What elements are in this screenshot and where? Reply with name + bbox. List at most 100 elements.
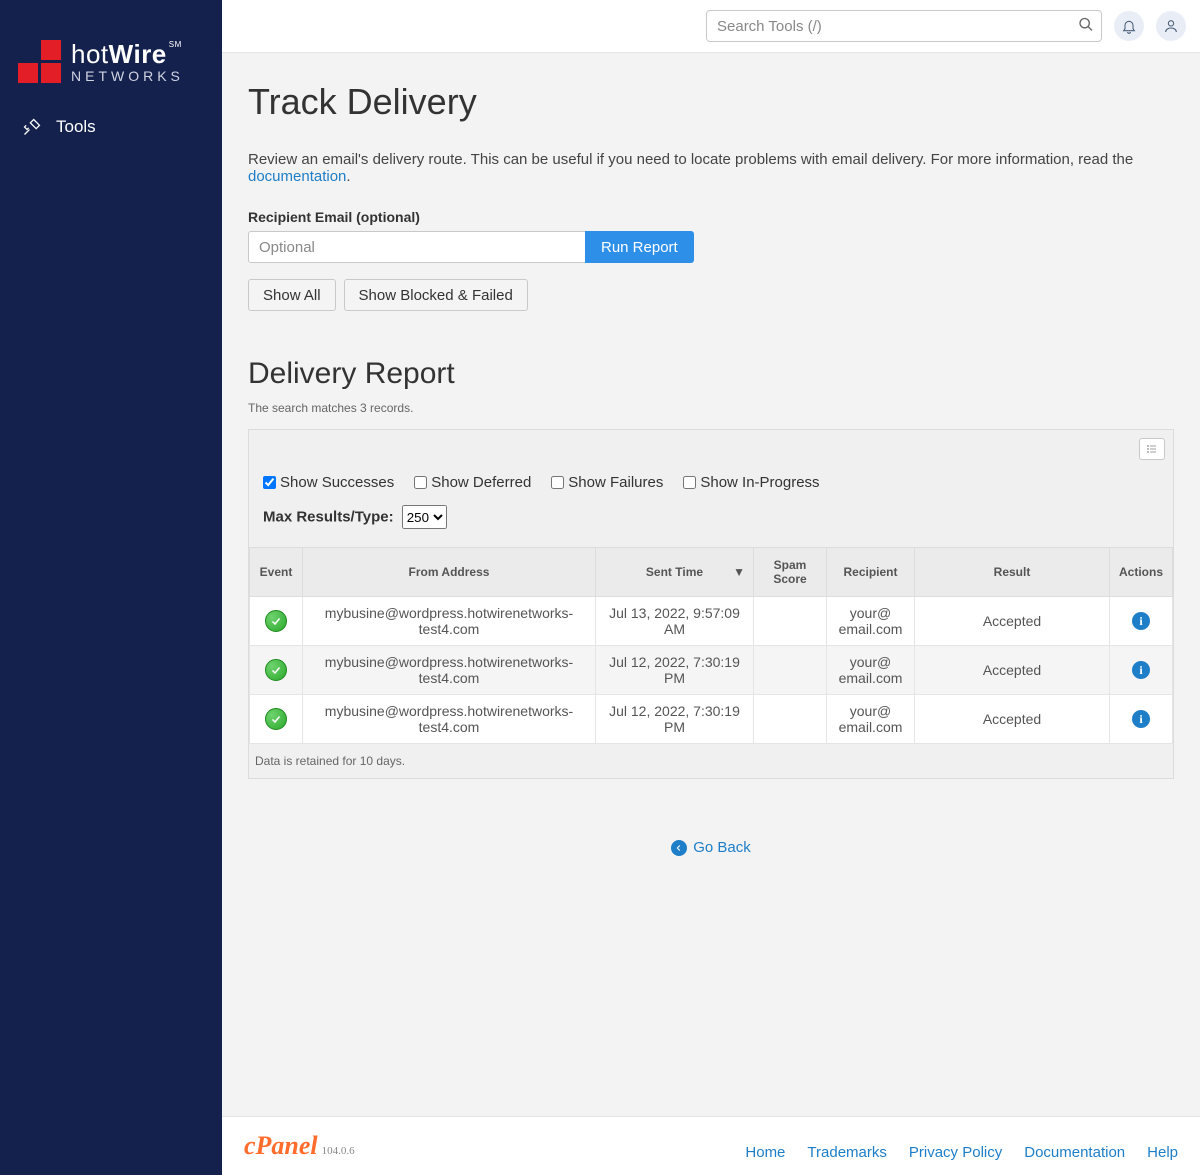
- brand-subtitle: NETWORKS: [71, 69, 184, 83]
- show-blocked-failed-button[interactable]: Show Blocked & Failed: [344, 279, 528, 311]
- intro-text: Review an email's delivery route. This c…: [248, 151, 1174, 185]
- recipient-label: Recipient Email (optional): [248, 209, 1174, 225]
- cell-recipient: your@ email.com: [827, 597, 915, 646]
- filter-label: Show Successes: [280, 474, 394, 491]
- cell-actions: i: [1110, 646, 1173, 695]
- sort-desc-icon: ▼: [733, 565, 745, 579]
- list-icon: [1146, 442, 1158, 456]
- search-button[interactable]: [1076, 15, 1096, 38]
- filter-failures[interactable]: Show Failures: [551, 474, 663, 491]
- filter-inprogress[interactable]: Show In-Progress: [683, 474, 819, 491]
- footer-link-documentation[interactable]: Documentation: [1024, 1144, 1125, 1161]
- page-title: Track Delivery: [248, 81, 1174, 123]
- inprogress-checkbox[interactable]: [683, 476, 696, 489]
- report-panel: Show Successes Show Deferred Show Failur…: [248, 429, 1174, 779]
- cell-spam: [754, 695, 827, 744]
- columns-toggle-button[interactable]: [1139, 438, 1165, 460]
- topbar: [222, 0, 1200, 53]
- cell-spam: [754, 646, 827, 695]
- filter-label: Show In-Progress: [700, 474, 819, 491]
- successes-checkbox[interactable]: [263, 476, 276, 489]
- filter-successes[interactable]: Show Successes: [263, 474, 394, 491]
- main: Track Delivery Review an email's deliver…: [222, 0, 1200, 1175]
- go-back-row: Go Back: [248, 839, 1174, 858]
- deferred-checkbox[interactable]: [414, 476, 427, 489]
- run-report-button[interactable]: Run Report: [585, 231, 694, 263]
- filter-row: Show Successes Show Deferred Show Failur…: [263, 474, 1159, 491]
- brand-sm: SM: [169, 40, 182, 49]
- cell-event: [250, 597, 303, 646]
- cell-actions: i: [1110, 695, 1173, 744]
- cell-sent: Jul 13, 2022, 9:57:09 AM: [596, 597, 754, 646]
- footer-links: Home Trademarks Privacy Policy Documentatio…: [745, 1144, 1178, 1161]
- cell-sent: Jul 12, 2022, 7:30:19 PM: [596, 646, 754, 695]
- documentation-link[interactable]: documentation: [248, 168, 346, 185]
- cell-recipient: your@ email.com: [827, 695, 915, 744]
- footer-link-home[interactable]: Home: [745, 1144, 785, 1161]
- back-arrow-icon: [671, 840, 687, 856]
- notifications-button[interactable]: [1114, 11, 1144, 41]
- go-back-label: Go Back: [693, 839, 751, 856]
- logo-icon: [18, 40, 61, 83]
- col-sent[interactable]: Sent Time ▼: [596, 548, 754, 597]
- account-button[interactable]: [1156, 11, 1186, 41]
- search-input[interactable]: [706, 10, 1102, 42]
- cell-result: Accepted: [915, 695, 1110, 744]
- col-event[interactable]: Event: [250, 548, 303, 597]
- filter-deferred[interactable]: Show Deferred: [414, 474, 531, 491]
- max-results-select[interactable]: 250: [402, 505, 447, 529]
- filter-label: Show Failures: [568, 474, 663, 491]
- table-row: mybusine@wordpress.hotwirenetworks-test4…: [250, 646, 1173, 695]
- footer-link-help[interactable]: Help: [1147, 1144, 1178, 1161]
- filter-label: Show Deferred: [431, 474, 531, 491]
- cpanel-version: 104.0.6: [322, 1145, 355, 1157]
- tools-icon: [22, 117, 42, 137]
- info-button[interactable]: i: [1132, 661, 1150, 679]
- info-button[interactable]: i: [1132, 710, 1150, 728]
- col-result[interactable]: Result: [915, 548, 1110, 597]
- col-from[interactable]: From Address: [303, 548, 596, 597]
- col-label: Sent Time: [646, 565, 703, 579]
- intro-post: .: [346, 168, 350, 185]
- cell-result: Accepted: [915, 597, 1110, 646]
- intro-pre: Review an email's delivery route. This c…: [248, 151, 1133, 168]
- search-icon: [1078, 17, 1094, 33]
- sidebar: hotWireSM NETWORKS Tools: [0, 0, 222, 1175]
- go-back-link[interactable]: Go Back: [671, 839, 751, 856]
- success-icon: [265, 610, 287, 632]
- col-actions[interactable]: Actions: [1110, 548, 1173, 597]
- failures-checkbox[interactable]: [551, 476, 564, 489]
- bell-icon: [1121, 18, 1137, 34]
- table-row: mybusine@wordpress.hotwirenetworks-test4…: [250, 695, 1173, 744]
- sidebar-item-tools[interactable]: Tools: [0, 103, 222, 151]
- col-spam[interactable]: Spam Score: [754, 548, 827, 597]
- content: Track Delivery Review an email's deliver…: [222, 53, 1200, 1116]
- user-icon: [1163, 18, 1179, 34]
- success-icon: [265, 708, 287, 730]
- col-recipient[interactable]: Recipient: [827, 548, 915, 597]
- max-results-label: Max Results/Type:: [263, 509, 394, 526]
- match-count: The search matches 3 records.: [248, 401, 1174, 415]
- footer-link-privacy-policy[interactable]: Privacy Policy: [909, 1144, 1002, 1161]
- brand-word-2: Wire: [109, 39, 167, 69]
- cell-from: mybusine@wordpress.hotwirenetworks-test4…: [303, 646, 596, 695]
- retention-note: Data is retained for 10 days.: [249, 744, 1173, 778]
- success-icon: [265, 659, 287, 681]
- brand-word-1: hot: [71, 39, 109, 69]
- cpanel-brand: cPanel104.0.6: [244, 1131, 355, 1161]
- cell-recipient: your@ email.com: [827, 646, 915, 695]
- footer-link-trademarks[interactable]: Trademarks: [807, 1144, 886, 1161]
- cell-sent: Jul 12, 2022, 7:30:19 PM: [596, 695, 754, 744]
- cell-from: mybusine@wordpress.hotwirenetworks-test4…: [303, 597, 596, 646]
- cell-from: mybusine@wordpress.hotwirenetworks-test4…: [303, 695, 596, 744]
- brand-logo: hotWireSM NETWORKS: [0, 0, 222, 103]
- report-heading: Delivery Report: [248, 357, 1174, 391]
- show-all-button[interactable]: Show All: [248, 279, 336, 311]
- cell-actions: i: [1110, 597, 1173, 646]
- footer: cPanel104.0.6 Home Trademarks Privacy Poli…: [222, 1116, 1200, 1175]
- cell-event: [250, 695, 303, 744]
- info-button[interactable]: i: [1132, 612, 1150, 630]
- cell-result: Accepted: [915, 646, 1110, 695]
- recipient-email-input[interactable]: [248, 231, 585, 263]
- sidebar-item-label: Tools: [56, 117, 96, 137]
